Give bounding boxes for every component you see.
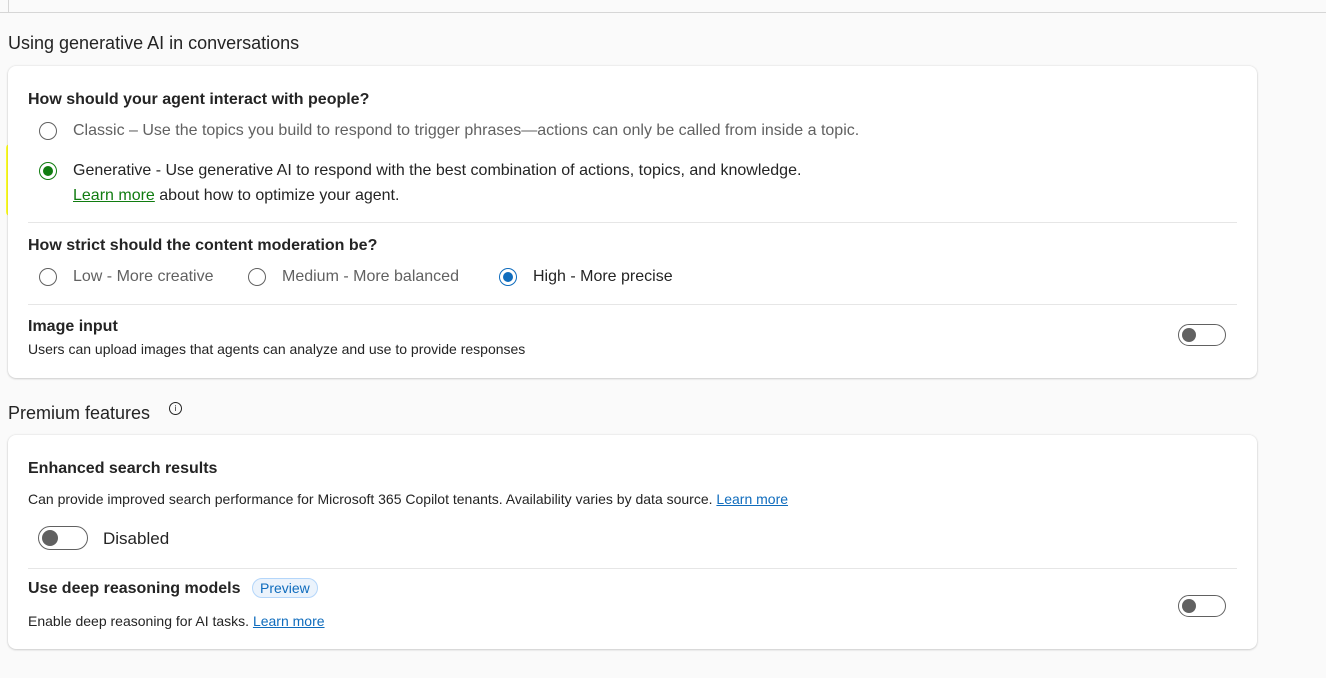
option-classic-label: Classic – Use the topics you build to re… [73, 122, 860, 139]
radio-moderation-medium[interactable] [248, 268, 266, 286]
divider [28, 304, 1237, 305]
deep-reasoning-description: Enable deep reasoning for AI tasks. [28, 613, 250, 629]
section-title-premium-features: Premium features [8, 403, 150, 424]
radio-moderation-high[interactable] [499, 268, 517, 286]
section-title-generative-ai: Using generative AI in conversations [8, 33, 300, 53]
top-border [0, 0, 1326, 13]
learn-more-suffix: about how to optimize your agent. [159, 187, 400, 204]
radio-classic[interactable] [39, 122, 57, 140]
toggle-knob [42, 530, 58, 546]
moderation-low-label: Low - More creative [73, 268, 214, 285]
learn-more-link-optimize[interactable]: Learn more [73, 187, 155, 204]
premium-features-title: Premium features [8, 403, 151, 423]
deep-reasoning-title: Use deep reasoning models [28, 580, 241, 597]
deep-reasoning-description-row: Enable deep reasoning for AI tasks. Lear… [28, 613, 325, 629]
enhanced-search-title: Enhanced search results [28, 460, 218, 477]
radio-moderation-low[interactable] [39, 268, 57, 286]
image-input-description: Users can upload images that agents can … [28, 341, 526, 357]
preview-badge: Preview [252, 578, 318, 598]
enhanced-search-toggle[interactable] [38, 526, 88, 550]
premium-features-card: Enhanced search results Can provide impr… [8, 435, 1257, 649]
option-generative-label: Generative - Use generative AI to respon… [73, 162, 802, 179]
moderation-question: How strict should the content moderation… [28, 237, 378, 254]
enhanced-search-description: Can provide improved search performance … [28, 491, 713, 507]
image-input-toggle[interactable] [1178, 324, 1226, 346]
enhanced-search-toggle-label: Disabled [103, 529, 170, 548]
generative-help-text: Learn more about how to optimize your ag… [73, 187, 399, 205]
enhanced-search-description-row: Can provide improved search performance … [28, 491, 788, 507]
learn-more-link-deep-reasoning[interactable]: Learn more [253, 613, 325, 629]
deep-reasoning-toggle[interactable] [1178, 595, 1226, 617]
divider [28, 222, 1237, 223]
info-icon[interactable]: i [169, 402, 182, 415]
generative-ai-card: How should your agent interact with peop… [8, 66, 1257, 378]
radio-generative[interactable] [39, 162, 57, 180]
divider [28, 568, 1237, 569]
learn-more-link-enhanced-search[interactable]: Learn more [716, 491, 788, 507]
image-input-title: Image input [28, 318, 118, 335]
toggle-knob [1182, 328, 1196, 342]
moderation-medium-label: Medium - More balanced [282, 268, 459, 285]
toggle-knob [1182, 599, 1196, 613]
moderation-high-label: High - More precise [533, 268, 673, 285]
interaction-question: How should your agent interact with peop… [28, 91, 370, 108]
